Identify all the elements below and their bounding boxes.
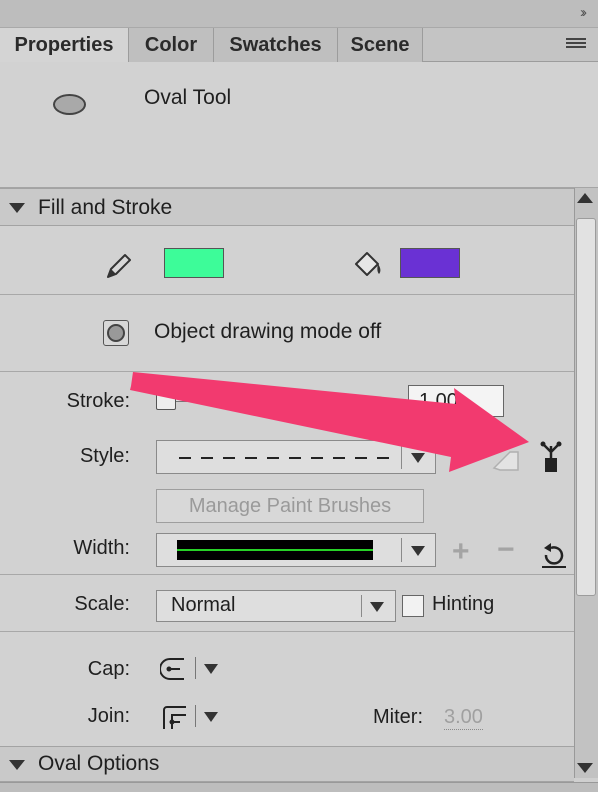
join-dropdown[interactable] [160, 702, 226, 732]
scale-label: Scale: [74, 593, 130, 615]
width-profile-dropdown[interactable] [156, 533, 436, 567]
fill-color-swatch[interactable] [400, 248, 460, 278]
paint-brush-library-icon[interactable] [537, 440, 565, 474]
manage-paint-brushes-button[interactable]: Manage Paint Brushes [156, 489, 424, 523]
stroke-slider-track[interactable] [156, 396, 372, 402]
tab-color[interactable]: Color [129, 28, 214, 62]
width-label: Width: [73, 537, 130, 559]
scale-dropdown[interactable]: Normal [156, 590, 396, 622]
join-label: Join: [87, 705, 130, 727]
add-width-point-icon[interactable]: + [452, 535, 470, 569]
edit-stroke-style-icon[interactable] [490, 444, 522, 474]
remove-width-point-icon[interactable]: − [497, 533, 515, 567]
scrollbar-thumb[interactable] [576, 218, 596, 596]
object-drawing-toggle[interactable] [103, 320, 129, 346]
tool-header [0, 62, 598, 188]
section-header-oval-options[interactable]: Oval Options [0, 746, 574, 782]
hinting-label: Hinting [432, 593, 495, 615]
scroll-up-arrow-icon[interactable] [577, 193, 593, 203]
style-label: Style: [79, 445, 130, 467]
cap-dropdown[interactable] [160, 654, 226, 684]
section-header-fill-stroke[interactable]: Fill and Stroke [0, 188, 574, 226]
stroke-slider-thumb[interactable] [156, 390, 176, 410]
section-title: Fill and Stroke [38, 196, 173, 219]
collapse-panel-icon[interactable]: ›› [580, 4, 587, 21]
stroke-color-swatch[interactable] [164, 248, 224, 278]
miter-join-icon [163, 706, 186, 729]
oval-icon [53, 94, 86, 115]
dashed-line-preview [179, 457, 399, 459]
stroke-label: Stroke: [66, 390, 130, 412]
object-drawing-label: Object drawing mode off [154, 320, 382, 343]
tool-name: Oval Tool [144, 86, 232, 109]
round-cap-icon [160, 658, 184, 680]
chevron-down-icon [411, 453, 425, 463]
miter-label: Miter: [373, 706, 423, 728]
tab-bar: Properties Color Swatches Scene [0, 28, 598, 63]
color-row [0, 226, 574, 294]
paint-bucket-icon [355, 252, 381, 276]
scale-value: Normal [171, 594, 236, 616]
chevron-down-icon [411, 546, 425, 556]
collapse-triangle-icon[interactable] [9, 203, 25, 213]
stroke-value-field[interactable]: 1.00 [408, 385, 504, 417]
collapse-triangle-icon[interactable] [9, 760, 25, 770]
tab-scene[interactable]: Scene [338, 28, 423, 62]
style-dropdown[interactable] [156, 440, 436, 474]
section-title: Oval Options [38, 752, 160, 775]
panel-menu-icon[interactable] [566, 38, 586, 52]
cap-label: Cap: [87, 658, 130, 680]
cap-join-row [0, 632, 574, 746]
pencil-icon [107, 254, 131, 278]
hinting-checkbox[interactable] [402, 595, 424, 617]
chevron-down-icon [370, 602, 384, 612]
width-profile-preview [177, 540, 373, 560]
miter-value[interactable]: 3.00 [444, 706, 483, 730]
tab-swatches[interactable]: Swatches [214, 28, 338, 62]
panel-title-bar [0, 0, 598, 28]
chevron-down-icon [204, 664, 218, 674]
tab-properties[interactable]: Properties [0, 28, 129, 63]
chevron-down-icon [204, 712, 218, 722]
panel-bottom-edge [0, 782, 598, 792]
scroll-down-arrow-icon[interactable] [577, 763, 593, 773]
reset-width-icon[interactable] [540, 541, 568, 569]
